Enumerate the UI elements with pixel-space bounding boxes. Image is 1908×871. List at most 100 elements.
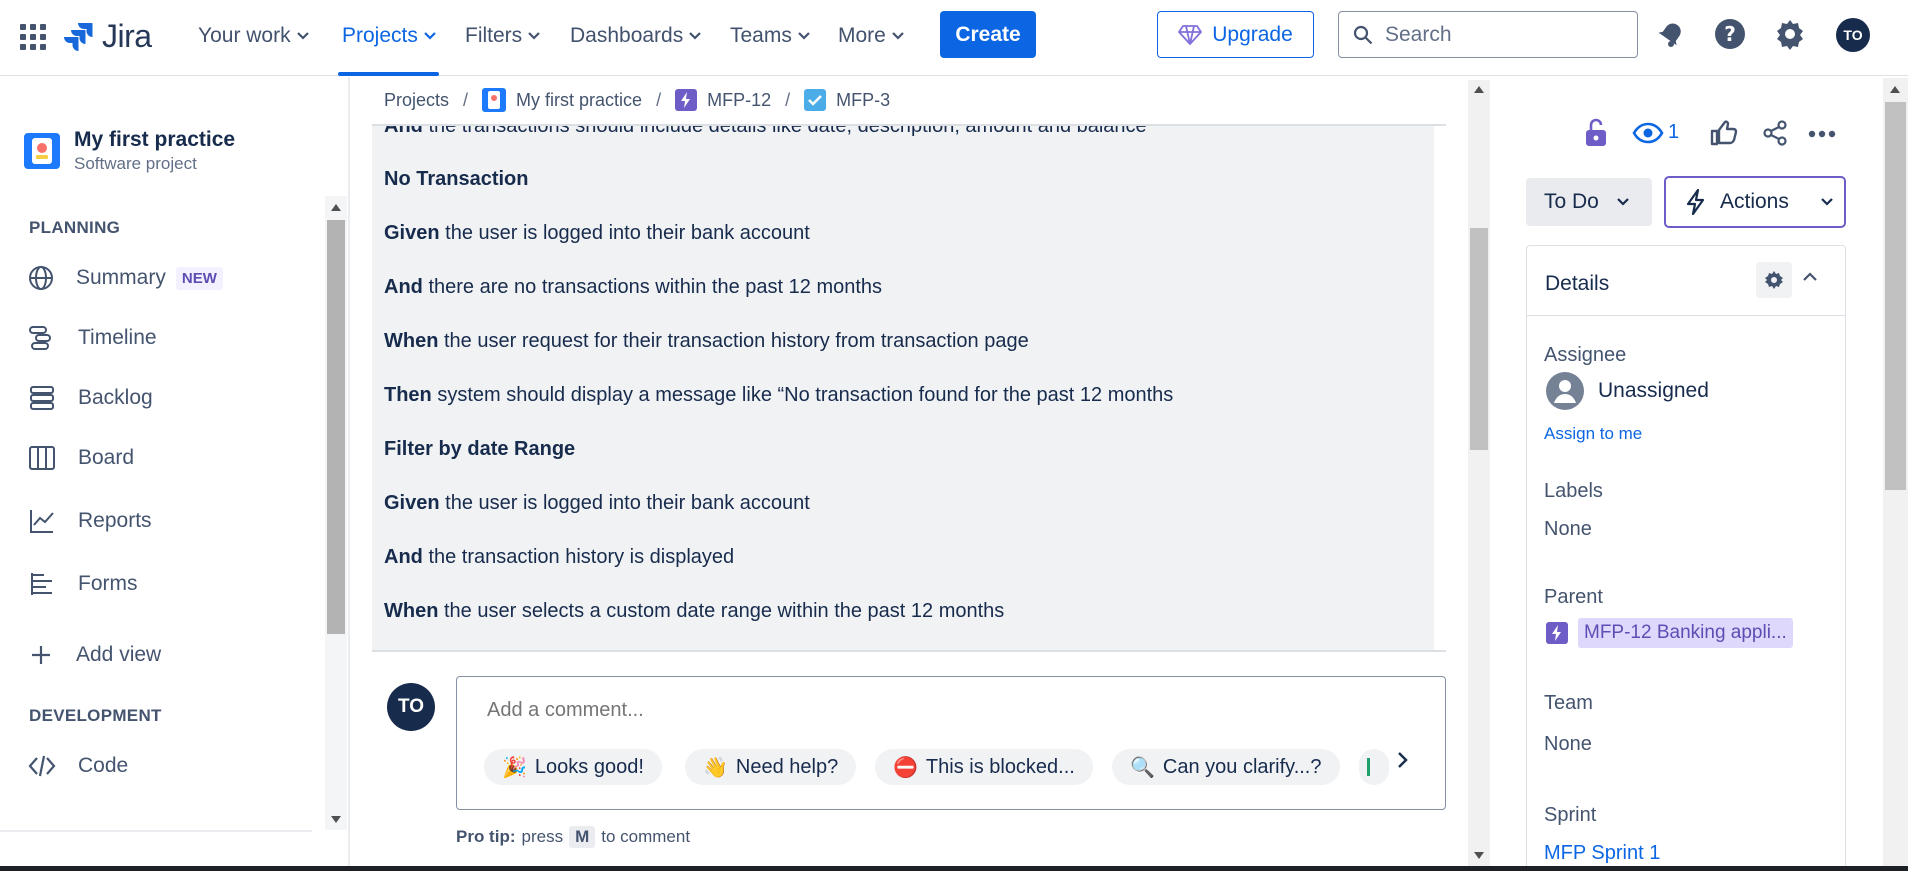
description-line: And there are no transactions within the… (384, 276, 883, 298)
sidebar-divider[interactable] (348, 77, 350, 871)
main-scroll-thumb[interactable] (1470, 228, 1488, 450)
quick-reply-need-help[interactable]: 👋 Need help? (685, 749, 857, 785)
chip-label: Looks good! (534, 755, 644, 778)
chip-label: This is blocked... (925, 755, 1075, 778)
parent-value[interactable]: MFP-12 Banking appli... (1578, 618, 1793, 648)
upgrade-button[interactable]: Upgrade (1157, 11, 1314, 58)
chevron-down-icon (528, 32, 540, 40)
quick-reply-clarify[interactable]: 🔍 Can you clarify...? (1112, 749, 1340, 785)
backlog-icon (30, 386, 54, 410)
chevron-down-icon (296, 32, 309, 40)
details-header[interactable]: Details (1527, 246, 1845, 316)
parent-field[interactable]: MFP-12 Banking appli... (1546, 618, 1793, 648)
jira-logo[interactable]: Jira (64, 18, 152, 55)
quick-reply-blocked[interactable]: ⛔ This is blocked... (875, 749, 1093, 785)
protip-key: M (569, 826, 596, 848)
share-icon[interactable] (1762, 120, 1788, 146)
sprint-value[interactable]: MFP Sprint 1 (1544, 842, 1660, 865)
nav-teams[interactable]: Teams (730, 22, 810, 50)
comment-input[interactable] (487, 699, 1187, 722)
unlock-icon[interactable] (1584, 118, 1608, 148)
description-heading: Filter by date Range (384, 438, 576, 460)
chevron-down-icon (798, 32, 810, 40)
description-line: And the transactions should include deta… (384, 115, 1147, 137)
scroll-up-arrow-icon (331, 204, 341, 211)
magnifier-emoji-icon: 🔍 (1130, 756, 1155, 779)
more-actions-icon[interactable] (1808, 130, 1836, 138)
commenter-avatar: TO (387, 683, 435, 731)
sprint-label: Sprint (1544, 804, 1597, 826)
upgrade-label: Upgrade (1212, 22, 1293, 46)
sidebar-bottom-divider (0, 830, 312, 832)
profile-avatar[interactable]: TO (1836, 18, 1870, 52)
quick-reply-looks-good[interactable]: 🎉 Looks good! (484, 749, 662, 785)
search-box[interactable] (1338, 11, 1638, 58)
active-nav-indicator (338, 72, 439, 76)
project-avatar-icon (24, 133, 60, 169)
sidebar-item-summary[interactable]: Summary NEW (28, 260, 223, 296)
help-icon[interactable]: ? (1714, 18, 1746, 50)
settings-icon[interactable] (1774, 18, 1806, 50)
actions-label: Actions (1720, 190, 1789, 213)
comment-box[interactable]: 🎉 Looks good! 👋 Need help? ⛔ This is blo… (456, 676, 1446, 810)
like-icon[interactable] (1710, 120, 1738, 146)
nav-label: Teams (730, 24, 792, 47)
breadcrumb-separator: / (656, 89, 662, 110)
project-header[interactable]: My first practice Software project (24, 128, 235, 174)
search-input[interactable] (1385, 22, 1605, 47)
description-line: And the transaction history is displayed (384, 546, 735, 568)
watcher-count[interactable]: 1 (1668, 121, 1679, 144)
quick-reply-partial[interactable] (1359, 749, 1389, 785)
description-line: Then system should display a message lik… (384, 384, 1174, 406)
sidebar-scroll-thumb[interactable] (327, 220, 345, 634)
assign-to-me-link[interactable]: Assign to me (1544, 424, 1642, 444)
nav-your-work[interactable]: Your work (198, 22, 309, 50)
sidebar-item-timeline[interactable]: Timeline (28, 320, 157, 356)
breadcrumb-epic[interactable]: MFP-12 (707, 90, 771, 111)
team-value[interactable]: None (1544, 733, 1592, 756)
unassigned-avatar-icon (1546, 372, 1584, 410)
actions-dropdown[interactable]: Actions (1664, 176, 1846, 228)
breadcrumb-issue[interactable]: MFP-3 (836, 90, 890, 111)
nav-label: Filters (465, 24, 523, 47)
description-line: When the user request for their transact… (384, 330, 1029, 352)
sidebar-item-reports[interactable]: Reports (28, 503, 152, 539)
sidebar-item-board[interactable]: Board (28, 440, 134, 476)
nav-projects[interactable]: Projects (342, 22, 436, 50)
description-line: Given the user is logged into their bank… (384, 492, 810, 514)
right-panel-scroll-thumb[interactable] (1885, 102, 1906, 490)
nav-label: Your work (198, 24, 291, 47)
breadcrumb-project[interactable]: My first practice (516, 90, 642, 111)
main-scrollbar[interactable] (1468, 80, 1490, 870)
labels-value[interactable]: None (1544, 518, 1592, 541)
nav-more[interactable]: More (838, 22, 904, 50)
sidebar-item-forms[interactable]: Forms (28, 566, 138, 602)
details-settings-button[interactable] (1756, 262, 1792, 298)
notifications-icon[interactable] (1657, 20, 1685, 48)
nav-dashboards[interactable]: Dashboards (570, 22, 702, 50)
protip-press: press (521, 827, 564, 846)
sidebar-item-code[interactable]: Code (28, 748, 128, 784)
sidebar-item-label: Reports (78, 509, 152, 532)
planning-section-label: PLANNING (29, 218, 121, 237)
app-switcher-icon[interactable] (20, 24, 46, 50)
sidebar-add-view[interactable]: Add view (28, 637, 161, 673)
create-button[interactable]: Create (940, 11, 1036, 58)
sidebar-item-backlog[interactable]: Backlog (28, 380, 153, 416)
watch-eye-icon[interactable] (1632, 122, 1664, 144)
logo-text: Jira (102, 18, 152, 54)
sidebar-item-label: Board (78, 446, 135, 469)
assignee-field[interactable]: Unassigned (1546, 372, 1709, 410)
scroll-up-arrow-icon (1474, 86, 1484, 93)
chevron-right-icon[interactable] (1397, 751, 1409, 769)
jira-logo-icon (64, 22, 93, 51)
nav-label: Projects (342, 24, 418, 47)
development-section-label: DEVELOPMENT (29, 706, 162, 725)
chevron-up-icon[interactable] (1803, 272, 1817, 282)
team-label: Team (1544, 692, 1593, 714)
details-title: Details (1545, 272, 1610, 295)
breadcrumb-projects[interactable]: Projects (384, 90, 449, 111)
status-dropdown[interactable]: To Do (1526, 178, 1652, 226)
nav-filters[interactable]: Filters (465, 22, 540, 50)
assignee-value: Unassigned (1598, 379, 1709, 402)
